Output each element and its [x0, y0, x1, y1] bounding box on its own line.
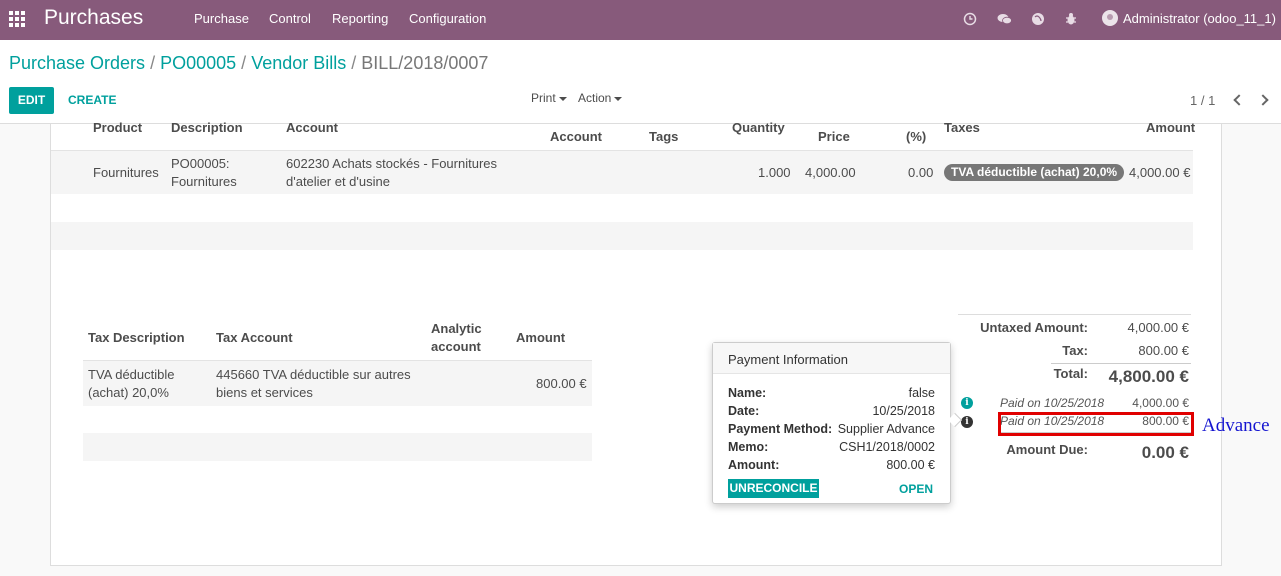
popover-amount-value: 800.00 €	[886, 458, 935, 472]
line-amount: 4,000.00 €	[1129, 165, 1191, 180]
caret-down-icon	[614, 96, 623, 101]
action-label: Action	[578, 91, 612, 105]
col-analytic-account[interactable]: Account	[550, 129, 602, 144]
menu-control[interactable]: Control	[269, 11, 311, 26]
popover-memo-value: CSH1/2018/0002	[839, 440, 935, 454]
print-dropdown[interactable]: Print	[531, 91, 567, 105]
line-price: 4,000.00	[805, 165, 856, 180]
pager-previous-icon[interactable]	[1232, 92, 1242, 106]
line-account-2: d'atelier et d'usine	[286, 174, 390, 189]
popover-date-value: 10/25/2018	[872, 404, 935, 418]
chat-icon[interactable]	[997, 12, 1012, 26]
line-account-1: 602230 Achats stockés - Fournitures	[286, 156, 498, 171]
create-button[interactable]: CREATE	[68, 93, 116, 107]
tax-label: Tax:	[1062, 343, 1088, 358]
control-panel: Purchase Orders / PO00005 / Vendor Bills…	[0, 40, 1281, 124]
popover-date-label: Date:	[728, 404, 760, 418]
tax-value: 800.00 €	[1138, 343, 1189, 358]
highlight-box	[998, 412, 1194, 436]
line-description-2: Fournitures	[171, 174, 237, 189]
tax-row-description-1: TVA déductible	[88, 367, 175, 382]
app-title: Purchases	[44, 6, 144, 29]
col-tags[interactable]: Tags	[649, 129, 678, 144]
popover-memo-label: Memo:	[728, 440, 769, 454]
apps-grid-icon[interactable]	[9, 11, 25, 27]
action-dropdown[interactable]: Action	[578, 91, 623, 105]
tax-col-account: Tax Account	[216, 330, 293, 345]
col-taxes[interactable]: Taxes	[944, 120, 980, 135]
line-quantity: 1.000	[758, 165, 791, 180]
total-divider	[1051, 363, 1191, 364]
payment-1-amount: 4,000.00 €	[1132, 396, 1189, 410]
pager-next-icon[interactable]	[1259, 92, 1269, 106]
tax-col-description: Tax Description	[88, 330, 185, 345]
col-product[interactable]: Product	[93, 120, 142, 135]
menu-configuration[interactable]: Configuration	[409, 11, 486, 26]
col-description[interactable]: Description	[171, 120, 243, 135]
tax-row-description-2: (achat) 20,0%	[88, 385, 169, 400]
col-quantity[interactable]: Quantity	[732, 120, 785, 135]
tax-row-account-2: biens et services	[216, 385, 313, 400]
annotation-label: Advance	[1202, 415, 1270, 436]
menu-reporting[interactable]: Reporting	[332, 11, 388, 26]
breadcrumb-current: BILL/2018/0007	[361, 53, 489, 73]
caret-down-icon	[558, 96, 567, 101]
popover-name-label: Name:	[728, 386, 767, 400]
print-label: Print	[531, 91, 556, 105]
untaxed-label: Untaxed Amount:	[980, 320, 1088, 335]
table-row: TVA déductible (achat) 20,0% 445660 TVA …	[83, 360, 592, 406]
col-discount[interactable]: (%)	[906, 129, 926, 144]
pager-value[interactable]: 1 / 1	[1190, 93, 1215, 108]
payment-1-label: Paid on 10/25/2018	[1000, 396, 1105, 410]
table-row-empty	[51, 222, 1193, 250]
col-amount[interactable]: Amount	[1146, 120, 1195, 135]
open-payment-button[interactable]: OPEN	[899, 482, 933, 496]
amount-due-label: Amount Due:	[1006, 442, 1088, 457]
line-product: Fournitures	[93, 165, 159, 180]
breadcrumb: Purchase Orders / PO00005 / Vendor Bills…	[9, 53, 488, 74]
breadcrumb-separator: /	[150, 53, 161, 73]
unreconcile-button[interactable]: UNRECONCILE	[728, 479, 819, 498]
total-label: Total:	[1053, 366, 1088, 381]
menu-purchase[interactable]: Purchase	[194, 11, 249, 26]
avatar	[1102, 10, 1118, 26]
totals-divider	[958, 314, 1191, 315]
user-name: Administrator (odoo_11_1)	[1123, 11, 1276, 26]
tax-row-amount: 800.00 €	[536, 376, 587, 391]
bug-icon[interactable]	[1064, 12, 1078, 26]
top-navbar: Purchases Purchase Control Reporting Con…	[0, 0, 1281, 40]
breadcrumb-po[interactable]: PO00005	[160, 53, 236, 73]
breadcrumb-separator: /	[241, 53, 252, 73]
total-value: 4,800.00 €	[1108, 367, 1189, 386]
payment-info-popover: Payment Information Name: false Date: 10…	[712, 342, 963, 504]
clock-icon[interactable]	[963, 12, 977, 26]
breadcrumb-vendor-bills[interactable]: Vendor Bills	[251, 53, 346, 73]
tax-col-amount: Amount	[516, 330, 566, 345]
line-description-1: PO00005:	[171, 156, 230, 171]
table-row-empty	[83, 433, 592, 461]
payment-info-icon[interactable]: i	[961, 416, 973, 428]
tax-tag: TVA déductible (achat) 20,0%	[944, 164, 1125, 181]
popover-method-label: Payment Method:	[728, 422, 833, 436]
popover-amount-label: Amount:	[728, 458, 780, 472]
popover-name-value: false	[908, 386, 935, 400]
line-discount: 0.00	[908, 165, 934, 180]
form-sheet: Product Description Account Account Tags…	[50, 120, 1222, 566]
popover-method-value: Supplier Advance	[837, 422, 935, 436]
edit-button[interactable]: EDIT	[9, 87, 54, 114]
payment-info-icon[interactable]: i	[961, 397, 973, 409]
popover-title: Payment Information	[713, 343, 950, 374]
globe-icon[interactable]	[1031, 12, 1045, 26]
col-price[interactable]: Price	[818, 129, 850, 144]
col-account[interactable]: Account	[286, 120, 338, 135]
tax-col-analytic-2: account	[431, 339, 481, 354]
tax-row-account-1: 445660 TVA déductible sur autres	[216, 367, 411, 382]
amount-due-value: 0.00 €	[1141, 443, 1189, 462]
table-row[interactable]: Fournitures PO00005: Fournitures 602230 …	[51, 150, 1193, 194]
tax-col-analytic-1: Analytic	[431, 321, 482, 336]
breadcrumb-separator: /	[351, 53, 362, 73]
breadcrumb-purchase-orders[interactable]: Purchase Orders	[9, 53, 145, 73]
untaxed-value: 4,000.00 €	[1127, 320, 1189, 335]
